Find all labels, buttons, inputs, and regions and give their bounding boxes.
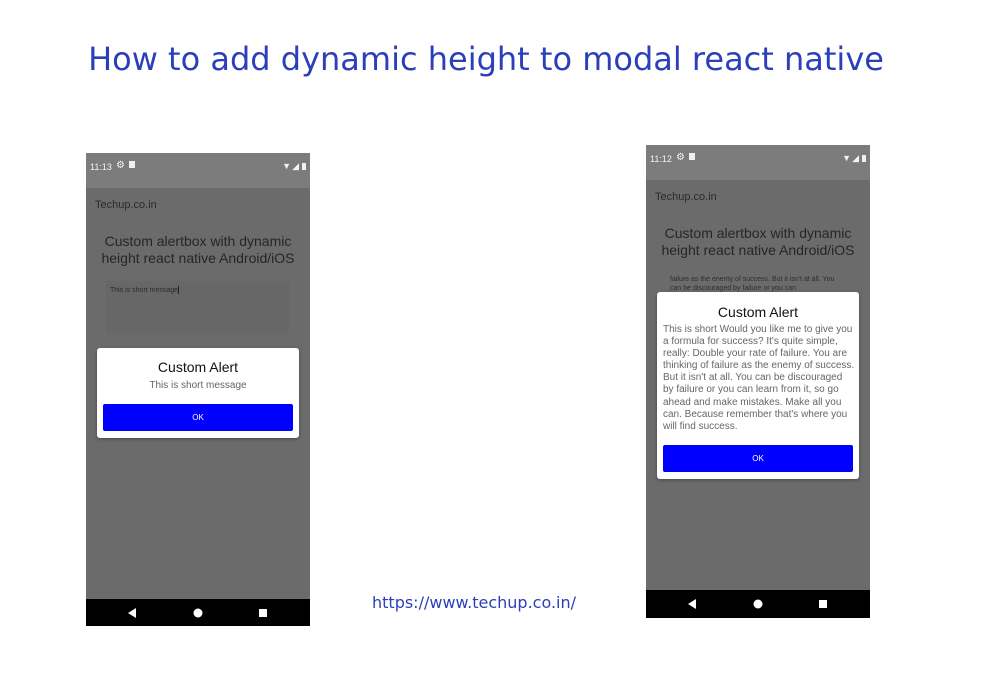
phone-screenshot-long-message: 11:12 ⚙ ▼◢ Techup.co.in Custom alertbox … (646, 145, 870, 618)
app-header: Techup.co.in (655, 191, 717, 203)
signal-icon: ◢ (292, 161, 300, 171)
gear-icon: ⚙ (676, 152, 685, 163)
app-header: Techup.co.in (95, 199, 157, 211)
message-input-value: This is short message (110, 287, 179, 294)
status-time: 11:12 (650, 154, 672, 164)
sd-card-icon (689, 153, 695, 160)
page-title: How to add dynamic height to modal react… (88, 40, 884, 78)
message-input[interactable]: This is short message (106, 281, 289, 333)
status-icons: ▼◢ (842, 153, 866, 164)
back-icon[interactable] (688, 599, 696, 609)
back-icon[interactable] (128, 607, 136, 618)
gear-icon: ⚙ (116, 160, 125, 171)
sd-card-icon (129, 161, 135, 168)
home-icon[interactable] (753, 599, 763, 609)
text-cursor (178, 286, 180, 295)
navigation-bar (86, 599, 310, 626)
recent-apps-icon[interactable] (819, 600, 827, 608)
alert-title: Custom Alert (157, 359, 239, 375)
custom-alert-dialog: Custom Alert This is short message OK (97, 348, 299, 438)
status-time: 11:13 (90, 162, 112, 172)
site-url[interactable]: https://www.techup.co.in/ (372, 593, 576, 612)
home-icon[interactable] (193, 608, 203, 617)
ok-button[interactable]: OK (103, 404, 293, 431)
status-icons: ▼◢ (282, 161, 306, 172)
message-input-value: failure as the enemy of success. But it … (670, 276, 835, 292)
wifi-icon: ▼ (282, 161, 293, 171)
navigation-bar (646, 590, 870, 618)
wifi-icon: ▼ (842, 153, 853, 163)
alert-message: This is short Would you like me to give … (663, 324, 855, 432)
alert-title: Custom Alert (717, 304, 799, 320)
app-title: Custom alertbox with dynamic height reac… (661, 225, 855, 258)
recent-apps-icon[interactable] (259, 608, 267, 617)
battery-icon (302, 163, 306, 171)
status-bar: 11:12 ⚙ ▼◢ (646, 145, 870, 180)
battery-icon (862, 155, 866, 163)
app-title: Custom alertbox with dynamic height reac… (101, 233, 295, 266)
ok-button[interactable]: OK (663, 445, 853, 472)
phone-screenshot-short-message: 11:13 ⚙ ▼◢ Techup.co.in Custom alertbox … (86, 153, 310, 626)
signal-icon: ◢ (852, 153, 860, 163)
alert-message: This is short message (149, 380, 247, 391)
custom-alert-dialog: Custom Alert This is short Would you lik… (657, 292, 859, 479)
status-bar: 11:13 ⚙ ▼◢ (86, 153, 310, 188)
